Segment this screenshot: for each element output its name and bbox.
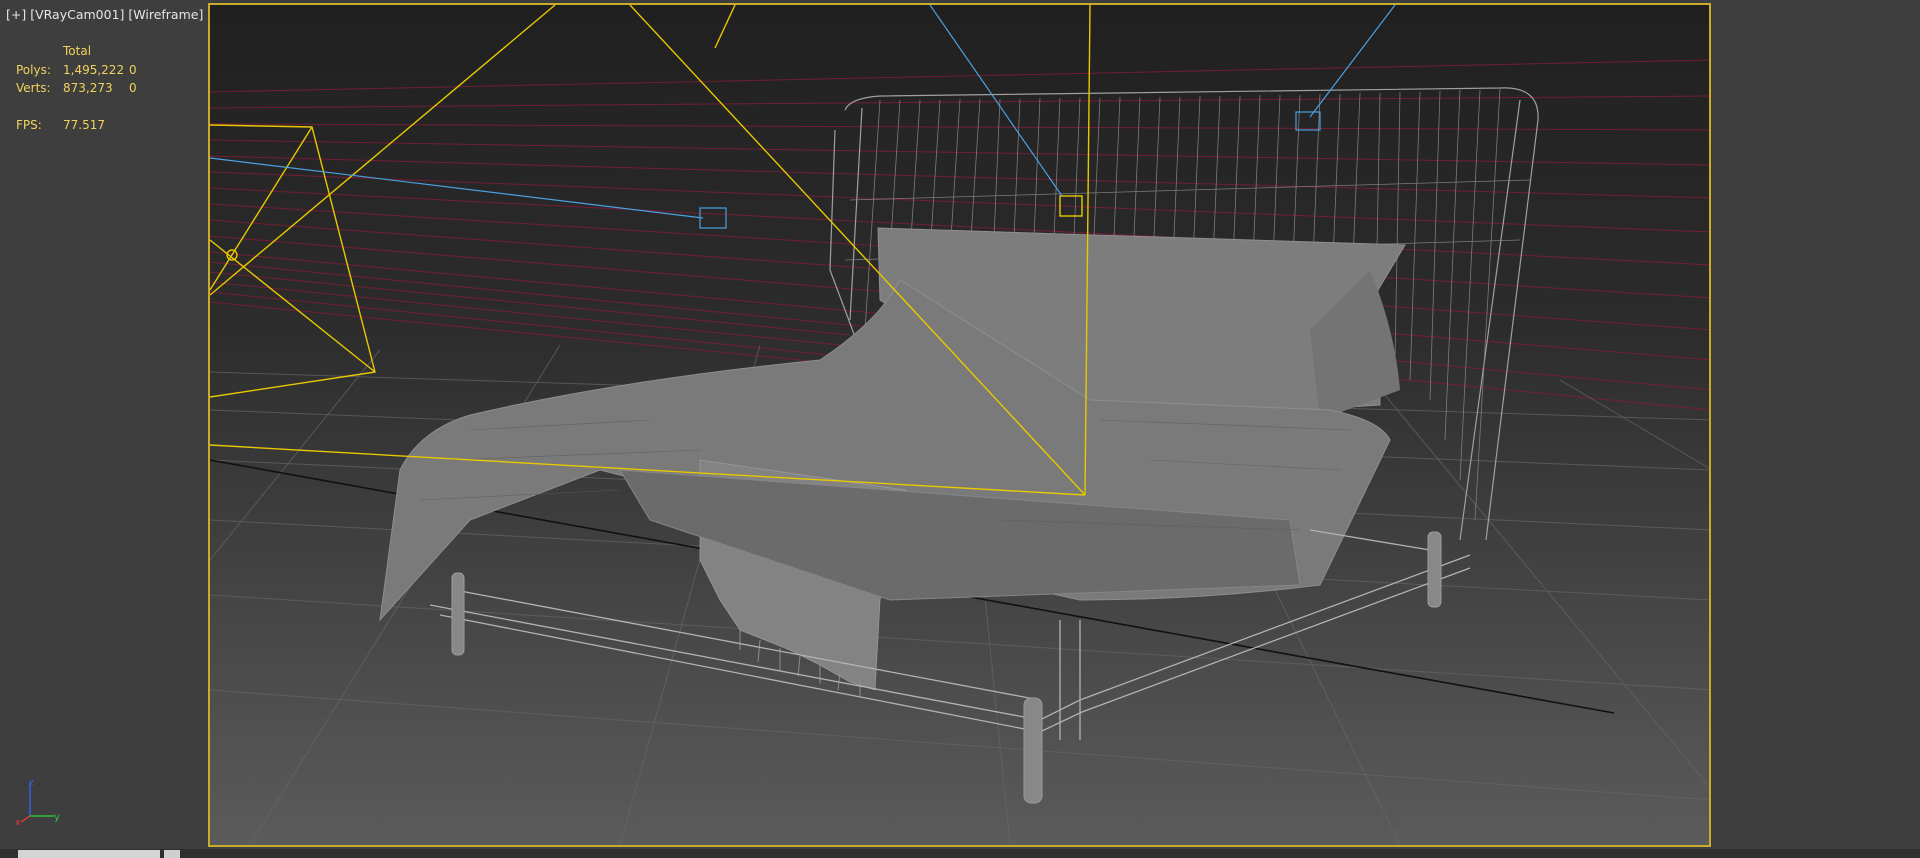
viewport-scene[interactable] [0, 0, 1920, 858]
time-slider[interactable] [18, 850, 160, 858]
axis-x-label: x [15, 818, 21, 826]
viewport-camera-menu[interactable]: [VRayCam001] [30, 7, 124, 22]
axis-y-label: y [54, 812, 60, 823]
verts-total: 873,273 [63, 81, 113, 95]
viewport-shading-menu[interactable]: [Wireframe] [128, 7, 203, 22]
verts-selected: 0 [129, 81, 137, 95]
viewport-menu-plus[interactable]: [+] [6, 7, 26, 22]
axis-tripod-icon: z y x [15, 778, 60, 826]
fps-label: FPS: [16, 117, 42, 132]
viewport-statistics: Total Polys: 1,495,222 0 Verts: 873,273 … [16, 42, 137, 134]
polys-total: 1,495,222 [63, 62, 125, 77]
verts-label: Verts: [16, 81, 51, 95]
polys-selected: 0 [129, 62, 137, 77]
time-slider-next[interactable] [164, 850, 180, 858]
3ds-max-window: [+] [VRayCam001] [Wireframe] Total Polys… [0, 0, 1920, 858]
stats-header: Total [63, 44, 92, 58]
polys-label: Polys: [16, 62, 51, 77]
timeline-strip[interactable] [0, 849, 1920, 858]
fps-value: 77.517 [63, 117, 105, 132]
axis-z-label: z [29, 778, 34, 788]
viewport-label: [+] [VRayCam001] [Wireframe] [6, 7, 203, 22]
